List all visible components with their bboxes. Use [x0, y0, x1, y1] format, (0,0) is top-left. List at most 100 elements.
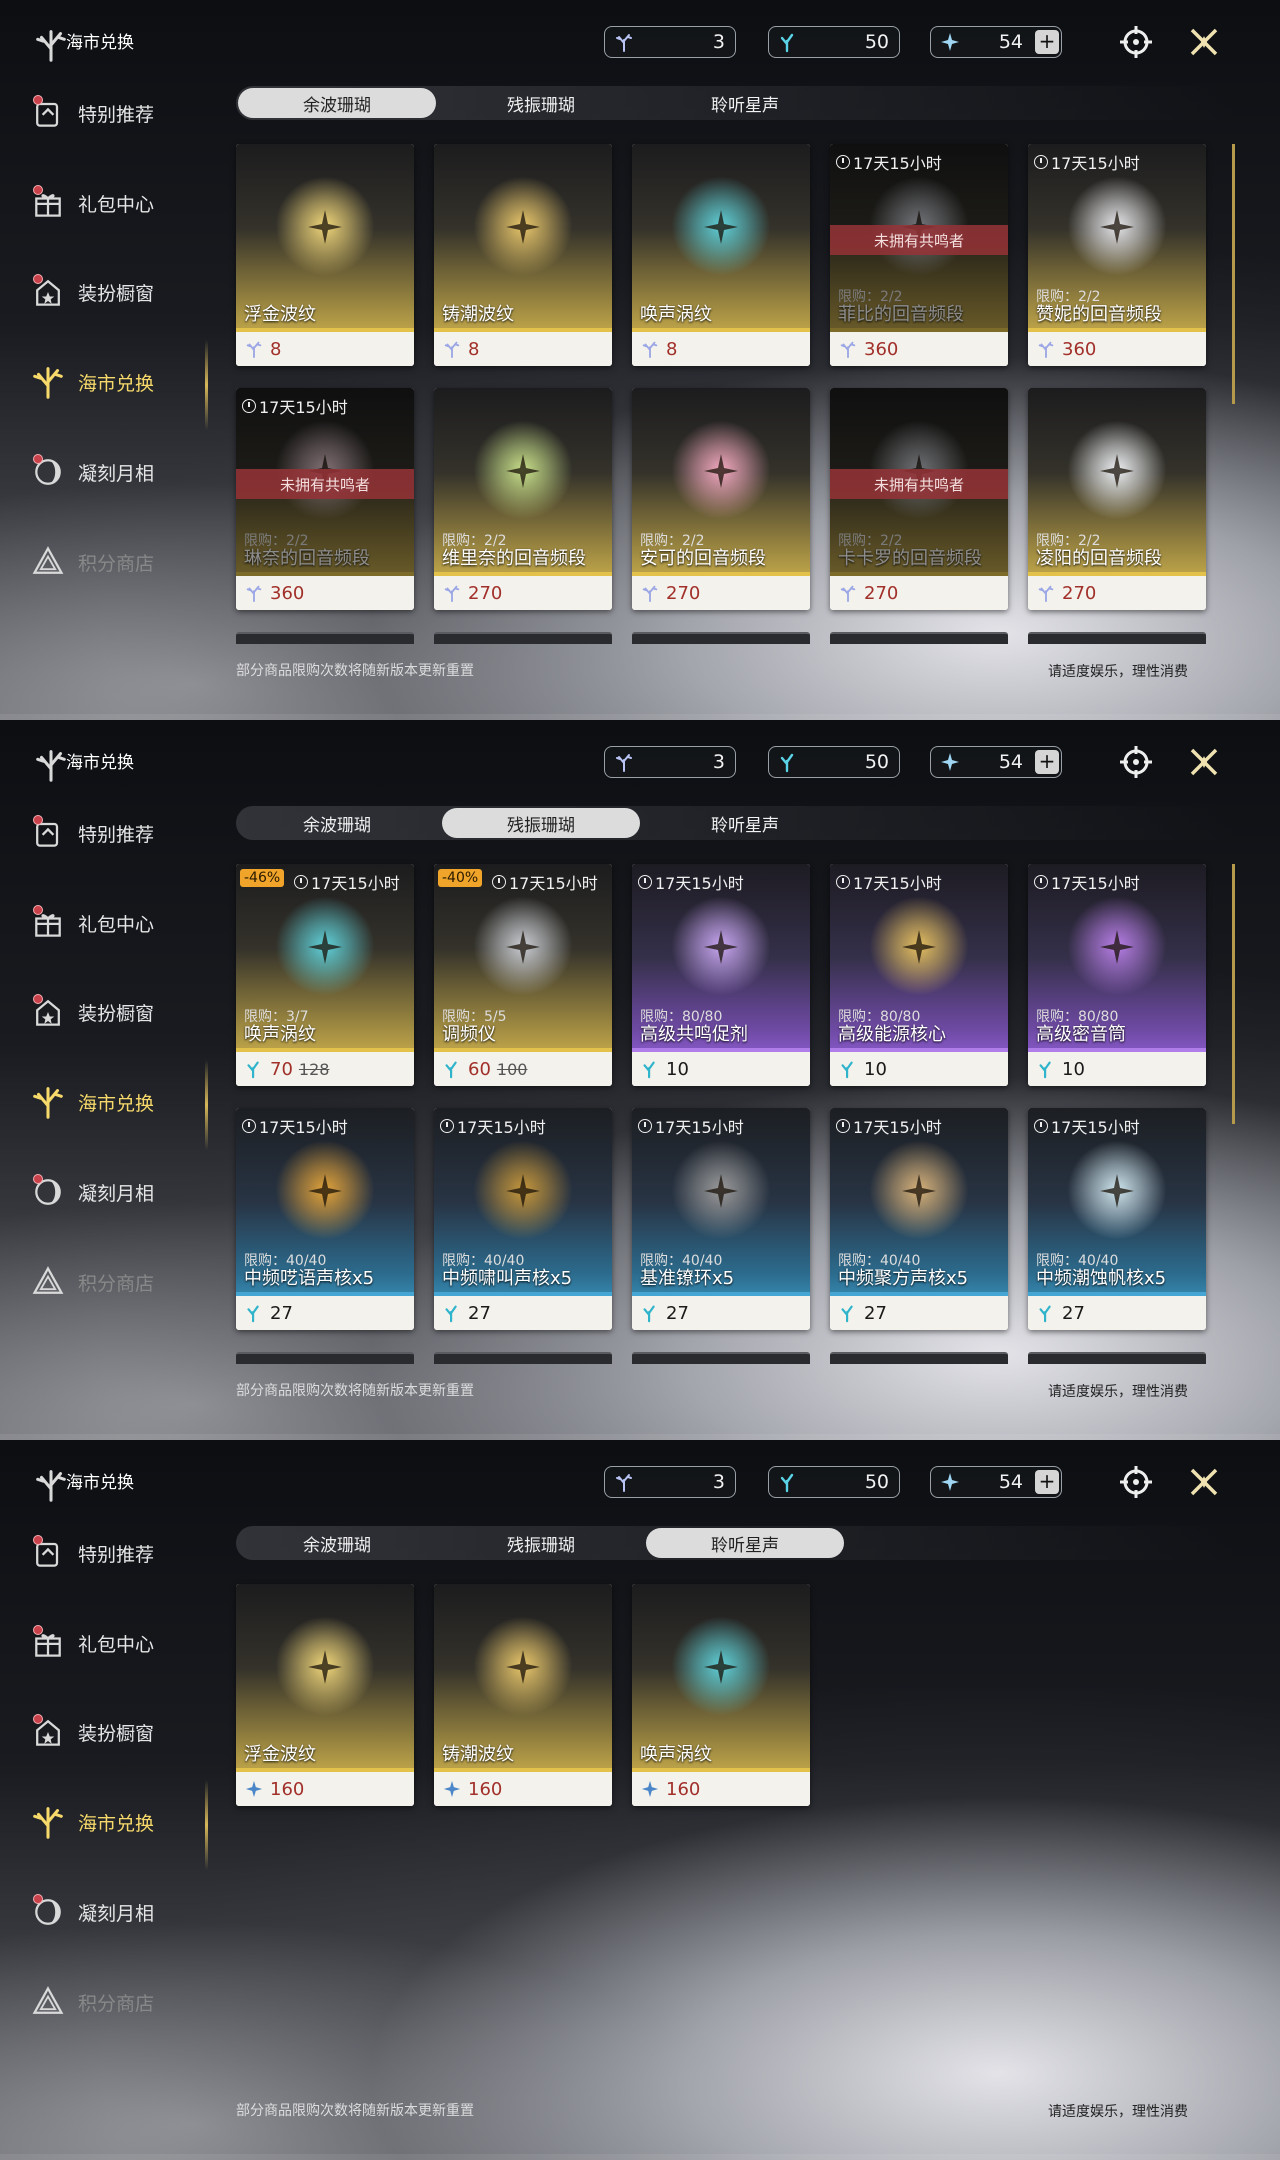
sidebar-item[interactable]: 海市兑换 — [28, 1800, 208, 1844]
currency-counter: 54 + — [930, 1466, 1062, 1498]
next-row-card — [830, 632, 1008, 644]
timer: 17天15小时 — [1034, 150, 1140, 174]
coral-currency-icon — [613, 751, 635, 773]
tab[interactable]: 余波珊瑚 — [238, 808, 436, 838]
shop-item-card[interactable]: 17天15小时 限购：40/40 中频呓语声核x5 27 — [236, 1108, 414, 1330]
timer-text: 17天15小时 — [509, 874, 598, 893]
crosshair-icon[interactable] — [1118, 744, 1154, 780]
add-currency-button[interactable]: + — [1035, 750, 1059, 774]
crosshair-icon[interactable] — [1118, 1464, 1154, 1500]
sidebar-item-label: 积分商店 — [78, 1272, 155, 1295]
wardrobe-icon — [28, 272, 68, 312]
shop-item-card[interactable]: 17天15小时 限购：80/80 高级能源核心 10 — [830, 864, 1008, 1086]
scrollbar[interactable] — [1232, 864, 1235, 1124]
echo-coral-icon — [1036, 1303, 1056, 1323]
price-row: 10 — [632, 1052, 810, 1086]
sparkle-icon — [704, 1650, 738, 1684]
shop-item-card[interactable]: 铸潮波纹 160 — [434, 1584, 612, 1806]
close-icon[interactable] — [1186, 744, 1222, 780]
currency-counter: 50 — [768, 1466, 900, 1498]
scrollbar[interactable] — [1232, 144, 1235, 404]
coral-exchange-icon — [32, 26, 66, 62]
shop-item-card[interactable]: 唤声涡纹 160 — [632, 1584, 810, 1806]
shop-item-card[interactable]: -46% 17天15小时 限购：3/7 唤声涡纹 70 128 — [236, 864, 414, 1086]
sidebar-item[interactable]: 海市兑换 — [28, 360, 208, 404]
item-name: 高级密音筒 — [1036, 1024, 1126, 1045]
tab[interactable]: 聆听星声 — [646, 808, 844, 838]
tab-bar: 余波珊瑚 残振珊瑚 聆听星声 — [236, 86, 1236, 120]
coral-currency-icon — [640, 339, 660, 359]
close-icon[interactable] — [1186, 1464, 1222, 1500]
notification-dot — [33, 95, 43, 105]
item-name: 中频潮蚀帆核x5 — [1036, 1268, 1167, 1289]
shop-item-card[interactable]: 17天15小时 限购：2/2 赞妮的回音频段 360 — [1028, 144, 1206, 366]
sidebar-item[interactable]: 礼包中心 — [28, 901, 208, 945]
clock-icon — [242, 399, 256, 413]
star-sound-icon — [939, 31, 961, 53]
shop-item-card[interactable]: 17天15小时 限购：40/40 中频啸叫声核x5 27 — [434, 1108, 612, 1330]
shop-item-card[interactable]: 限购：2/2 安可的回音频段 270 — [632, 388, 810, 610]
sparkle-icon — [308, 1174, 342, 1208]
shop-item-card[interactable]: 铸潮波纹 8 — [434, 144, 612, 366]
price-row: 27 — [1028, 1296, 1206, 1330]
shop-item-card[interactable]: 17天15小时 限购：40/40 中频潮蚀帆核x5 27 — [1028, 1108, 1206, 1330]
tab[interactable]: 聆听星声 — [646, 88, 844, 118]
crosshair-icon[interactable] — [1118, 24, 1154, 60]
item-name: 高级能源核心 — [838, 1024, 946, 1045]
tab[interactable]: 残振珊瑚 — [442, 808, 640, 838]
sidebar-item-label: 礼包中心 — [78, 1633, 155, 1656]
sidebar-item[interactable]: 特别推荐 — [28, 811, 208, 855]
sparkle-icon — [1100, 930, 1134, 964]
sparkle-icon — [704, 930, 738, 964]
item-name: 铸潮波纹 — [442, 304, 514, 325]
price: 160 — [468, 1778, 503, 1800]
tab[interactable]: 聆听星声 — [646, 1528, 844, 1558]
item-name: 维里奈的回音频段 — [442, 548, 586, 569]
sidebar-item[interactable]: 凝刻月相 — [28, 1170, 208, 1214]
sidebar-item[interactable]: 特别推荐 — [28, 1531, 208, 1575]
close-icon[interactable] — [1186, 24, 1222, 60]
shop-item-card[interactable]: 唤声涡纹 8 — [632, 144, 810, 366]
sidebar-item[interactable]: 凝刻月相 — [28, 450, 208, 494]
shop-item-card[interactable]: 17天15小时 未拥有共鸣者 限购：2/2 琳奈的回音频段 360 — [236, 388, 414, 610]
shop-item-card[interactable]: 17天15小时 限购：80/80 高级共鸣促剂 10 — [632, 864, 810, 1086]
page-title: 海市兑换 — [32, 1466, 134, 1502]
page-title-text: 海市兑换 — [66, 1472, 134, 1493]
shop-item-card[interactable]: 17天15小时 未拥有共鸣者 限购：2/2 菲比的回音频段 360 — [830, 144, 1008, 366]
sidebar-item-label: 装扮橱窗 — [78, 1002, 155, 1025]
sparkle-icon — [704, 210, 738, 244]
sidebar-item[interactable]: 特别推荐 — [28, 91, 208, 135]
sidebar-item[interactable]: 装扮橱窗 — [28, 270, 208, 314]
sparkle-icon — [506, 210, 540, 244]
shop-item-card[interactable]: 17天15小时 限购：40/40 中频聚方声核x5 27 — [830, 1108, 1008, 1330]
sidebar-item[interactable]: 积分商店 — [28, 540, 208, 584]
shop-item-card[interactable]: 限购：2/2 维里奈的回音频段 270 — [434, 388, 612, 610]
shop-item-card[interactable]: 未拥有共鸣者 限购：2/2 卡卡罗的回音频段 270 — [830, 388, 1008, 610]
add-currency-button[interactable]: + — [1035, 30, 1059, 54]
coral-currency-icon — [244, 339, 264, 359]
sidebar-item[interactable]: 积分商店 — [28, 1260, 208, 1304]
shop-item-card[interactable]: 浮金波纹 8 — [236, 144, 414, 366]
shop-item-card[interactable]: 17天15小时 限购：40/40 基准镣环x5 27 — [632, 1108, 810, 1330]
tab[interactable]: 余波珊瑚 — [238, 88, 436, 118]
shop-item-card[interactable]: 限购：2/2 凌阳的回音频段 270 — [1028, 388, 1206, 610]
timer: 17天15小时 — [836, 150, 942, 174]
tab[interactable]: 余波珊瑚 — [238, 1528, 436, 1558]
timer: 17天15小时 — [242, 1114, 348, 1138]
tab[interactable]: 残振珊瑚 — [442, 88, 640, 118]
shop-item-card[interactable]: 浮金波纹 160 — [236, 1584, 414, 1806]
add-currency-button[interactable]: + — [1035, 1470, 1059, 1494]
sidebar-item[interactable]: 海市兑换 — [28, 1080, 208, 1124]
tab[interactable]: 残振珊瑚 — [442, 1528, 640, 1558]
sidebar-item[interactable]: 装扮橱窗 — [28, 1710, 208, 1754]
price: 270 — [1062, 582, 1097, 604]
price-row: 27 — [434, 1296, 612, 1330]
sidebar-item[interactable]: 礼包中心 — [28, 181, 208, 225]
shop-item-card[interactable]: -40% 17天15小时 限购：5/5 调频仪 60 100 — [434, 864, 612, 1086]
sidebar-item[interactable]: 积分商店 — [28, 1980, 208, 2024]
sidebar-item[interactable]: 礼包中心 — [28, 1621, 208, 1665]
sidebar-item[interactable]: 装扮橱窗 — [28, 990, 208, 1034]
shop-item-card[interactable]: 17天15小时 限购：80/80 高级密音筒 10 — [1028, 864, 1206, 1086]
item-name: 中频啸叫声核x5 — [442, 1268, 573, 1289]
sidebar-item[interactable]: 凝刻月相 — [28, 1890, 208, 1934]
